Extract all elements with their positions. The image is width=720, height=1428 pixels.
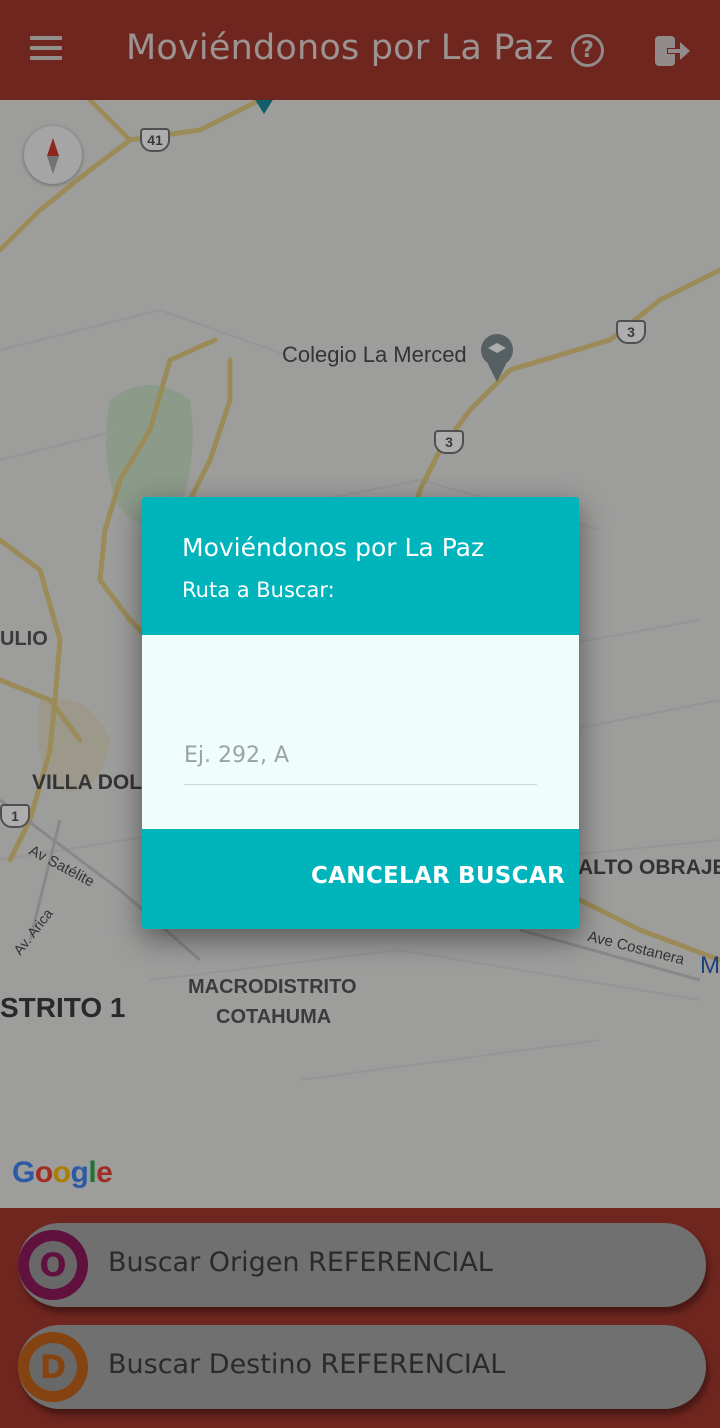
- search-button[interactable]: BUSCAR: [458, 863, 565, 889]
- dialog-body: [142, 635, 579, 829]
- dialog-subtitle: Ruta a Buscar:: [182, 578, 335, 602]
- dialog-header: Moviéndonos por La Paz Ruta a Buscar:: [142, 497, 579, 635]
- route-search-dialog: Moviéndonos por La Paz Ruta a Buscar: CA…: [142, 497, 579, 929]
- dialog-title: Moviéndonos por La Paz: [182, 533, 485, 562]
- cancel-button[interactable]: CANCELAR: [311, 863, 450, 889]
- route-input[interactable]: [184, 727, 537, 785]
- dialog-actions: CANCELAR BUSCAR: [142, 829, 579, 929]
